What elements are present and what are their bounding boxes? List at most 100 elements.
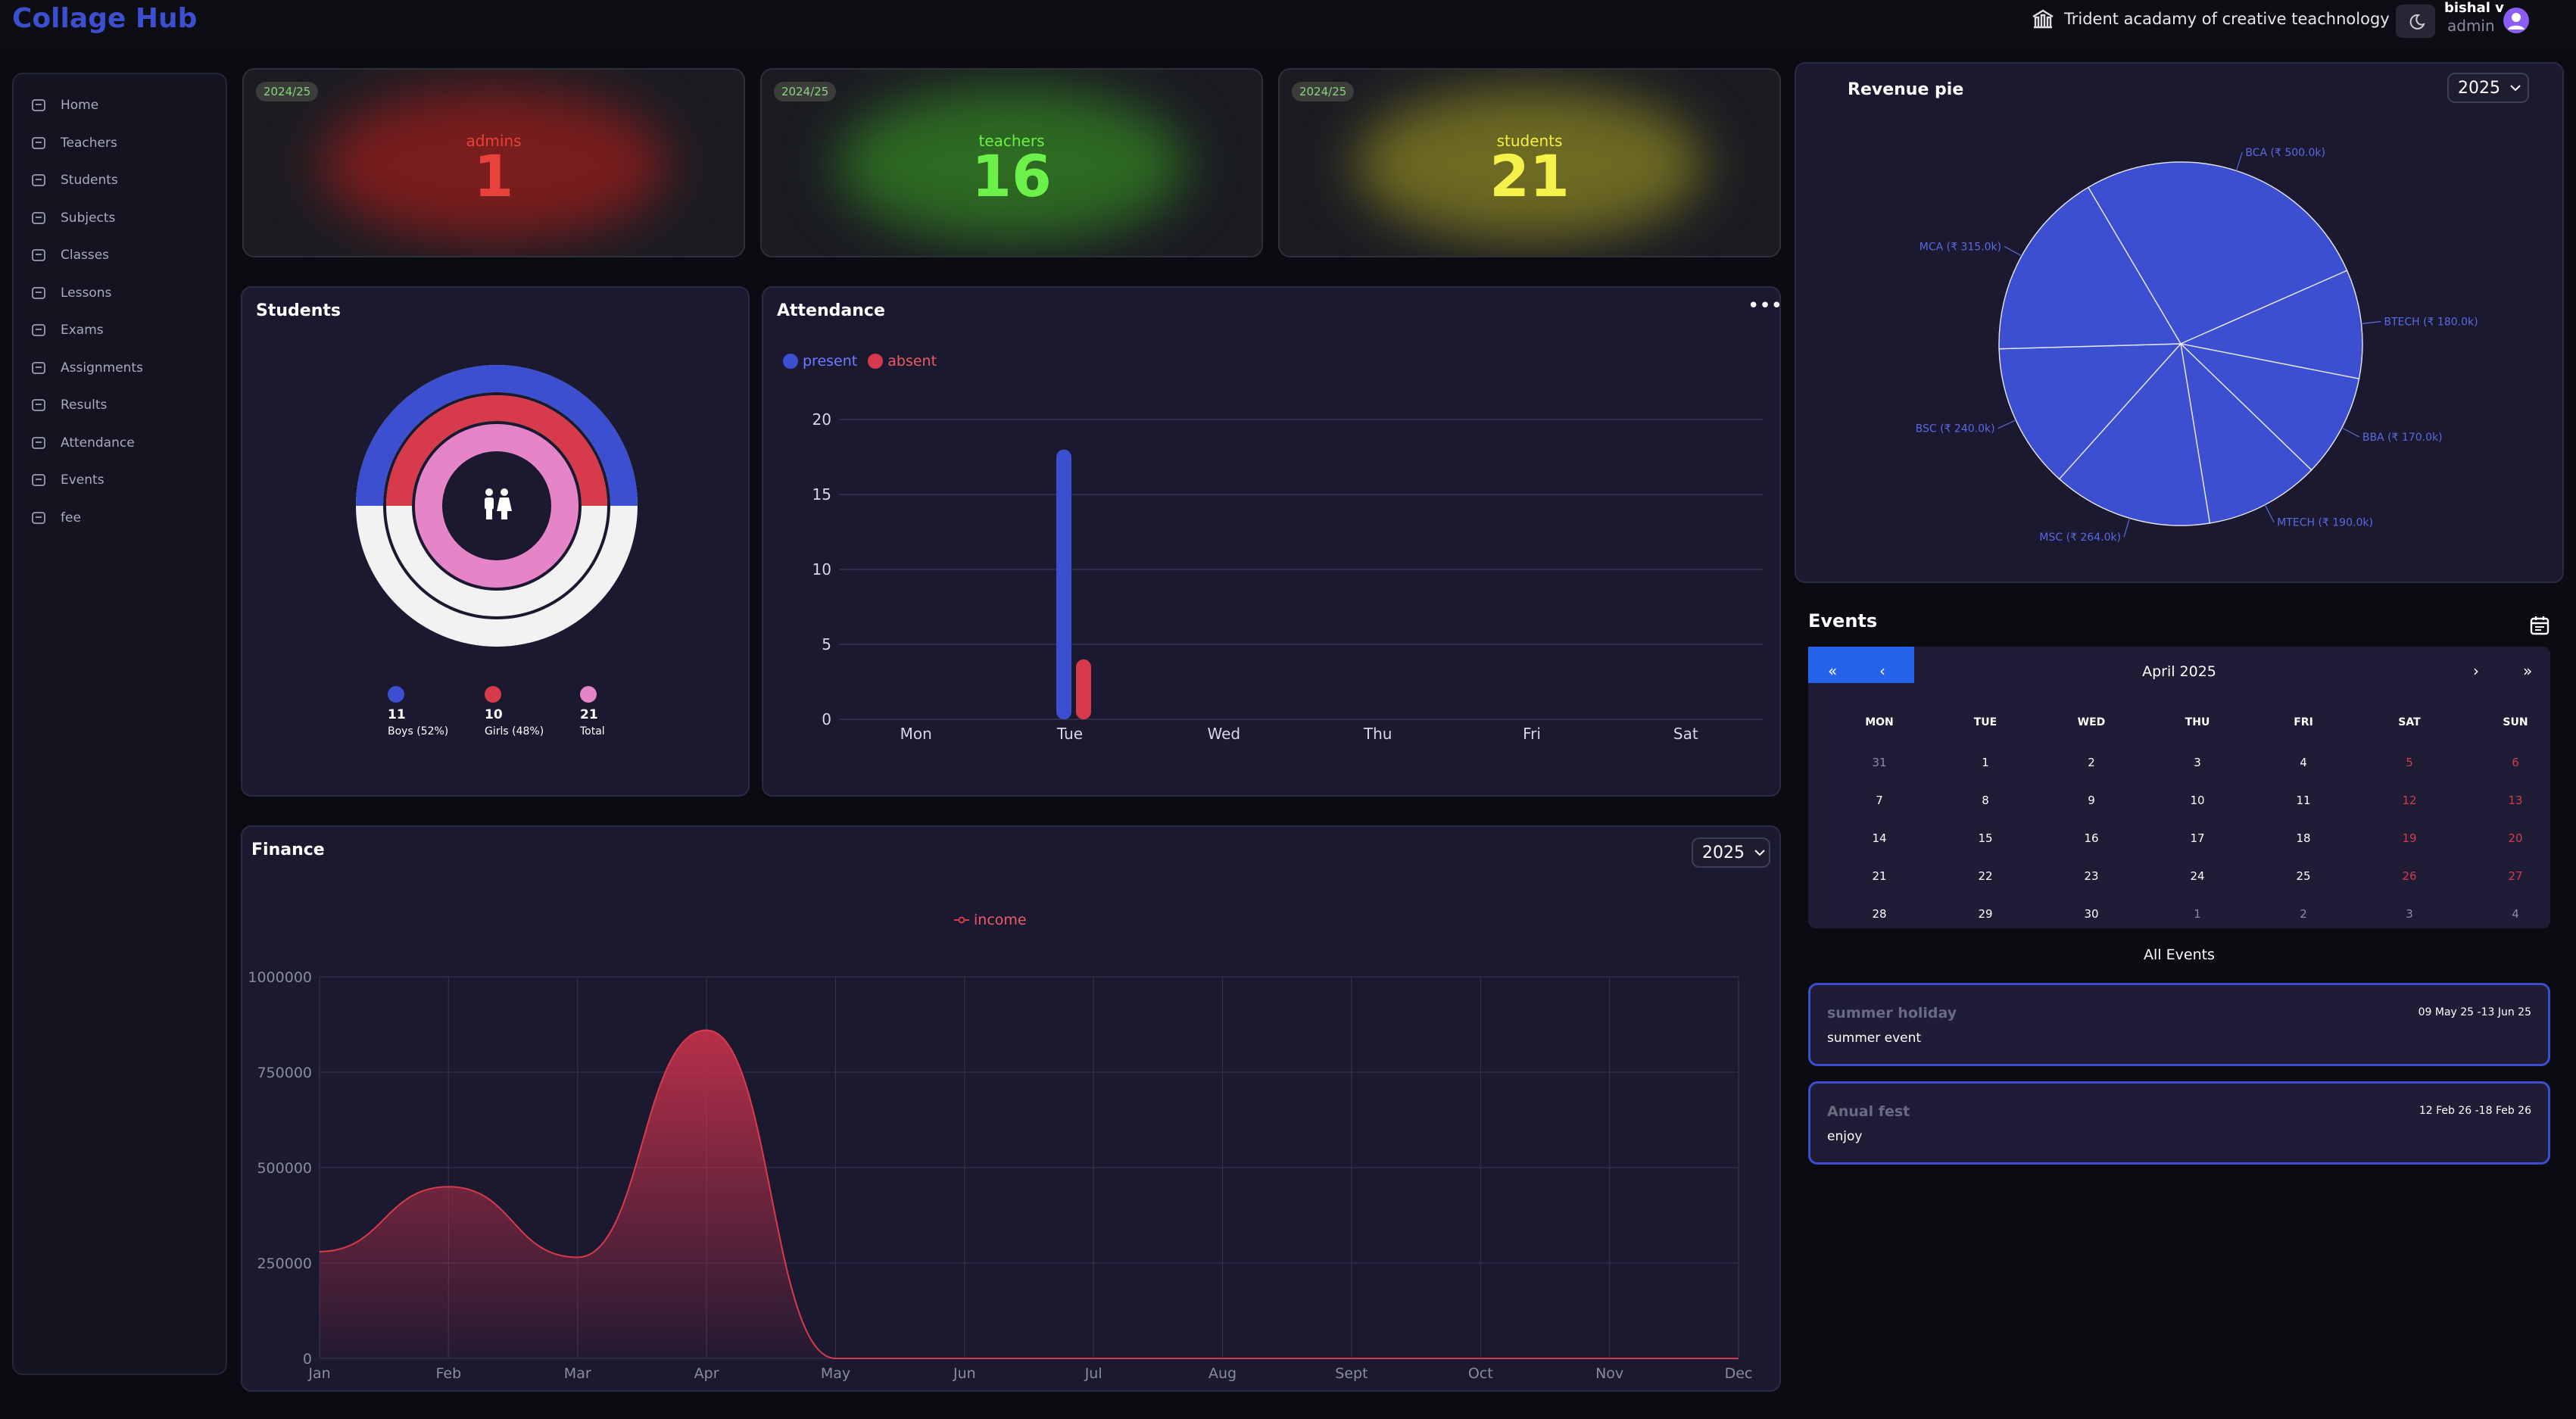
sidebar-item-assignments[interactable]: Assignments bbox=[30, 360, 143, 376]
legend-label: Total bbox=[580, 725, 605, 738]
calendar-day[interactable]: 31 bbox=[1857, 756, 1902, 769]
sidebar-item-exams[interactable]: Exams bbox=[30, 322, 104, 338]
weekday-header: WED bbox=[2077, 716, 2106, 728]
calendar-day[interactable]: 11 bbox=[2281, 794, 2326, 807]
calendar-day[interactable]: 2 bbox=[2281, 907, 2326, 921]
calendar-day[interactable]: 4 bbox=[2281, 756, 2326, 769]
sidebar-item-classes[interactable]: Classes bbox=[30, 247, 109, 264]
moon-icon bbox=[2409, 14, 2425, 30]
y-tick-label: 250000 bbox=[257, 1255, 312, 1272]
event-description: enjoy bbox=[1827, 1129, 1863, 1144]
theme-toggle-button[interactable] bbox=[2396, 5, 2435, 38]
x-tick-label: Oct bbox=[1468, 1365, 1493, 1382]
students-radial-chart bbox=[356, 365, 638, 647]
assignment-icon bbox=[32, 361, 45, 374]
calendar-day[interactable]: 12 bbox=[2387, 794, 2432, 807]
event-date: 09 May 25 -13 Jun 25 bbox=[2418, 1006, 2531, 1018]
calendar-day[interactable]: 16 bbox=[2069, 831, 2114, 845]
calendar-day[interactable]: 28 bbox=[1857, 907, 1902, 921]
sidebar-item-fee[interactable]: fee bbox=[30, 510, 81, 526]
sidebar-item-results[interactable]: Results bbox=[30, 397, 107, 413]
sidebar-item-teachers[interactable]: Teachers bbox=[30, 135, 117, 151]
event-name: summer holiday bbox=[1827, 1005, 1957, 1021]
sidebar-item-events[interactable]: Events bbox=[30, 472, 104, 488]
sidebar-item-label: Teachers bbox=[61, 135, 117, 151]
stat-value: 1 bbox=[473, 142, 514, 210]
sidebar-item-label: Subjects bbox=[61, 210, 116, 226]
student-legend-item: 11 Boys (52%) bbox=[388, 686, 479, 738]
x-tick-label: Sept bbox=[1335, 1365, 1368, 1382]
sidebar-item-subjects[interactable]: Subjects bbox=[30, 210, 115, 226]
event-card[interactable]: summer holiday 09 May 25 -13 Jun 25 summer… bbox=[1808, 983, 2550, 1066]
sidebar-item-label: Lessons bbox=[61, 285, 112, 301]
calendar-day[interactable]: 29 bbox=[1963, 907, 2008, 921]
calendar-day[interactable]: 6 bbox=[2493, 756, 2538, 769]
legend-label: Boys (52%) bbox=[388, 725, 449, 738]
bar-absent[interactable] bbox=[1076, 659, 1091, 719]
calendar-day[interactable]: 25 bbox=[2281, 869, 2326, 883]
calendar-day[interactable]: 24 bbox=[2175, 869, 2220, 883]
pie-leader-line bbox=[2361, 321, 2381, 325]
calendar-day[interactable]: 3 bbox=[2175, 756, 2220, 769]
next-month-button[interactable]: › bbox=[2473, 662, 2479, 680]
calendar-icon[interactable] bbox=[2529, 615, 2550, 639]
attendance-card: Attendance ••• present absent 0 5 10 15 20 Mo… bbox=[762, 286, 1782, 797]
calendar-day[interactable]: 23 bbox=[2069, 869, 2114, 883]
pie-label: BBA (₹ 170.0k) bbox=[2362, 432, 2443, 444]
avatar[interactable] bbox=[2503, 8, 2529, 33]
sidebar-item-students[interactable]: Students bbox=[30, 172, 118, 189]
calendar-day[interactable]: 1 bbox=[2175, 907, 2220, 921]
events-title: Events bbox=[1808, 610, 1878, 632]
legend-dot bbox=[485, 686, 501, 703]
calendar-day[interactable]: 9 bbox=[2069, 794, 2114, 807]
pie-leader-line bbox=[2235, 151, 2243, 171]
y-tick-label: 20 bbox=[812, 410, 831, 429]
sidebar-item-home[interactable]: Home bbox=[30, 97, 98, 114]
calendar-day[interactable]: 30 bbox=[2069, 907, 2114, 921]
year-badge: 2024/25 bbox=[774, 82, 837, 101]
student-icon bbox=[32, 174, 45, 186]
sidebar-item-lessons[interactable]: Lessons bbox=[30, 285, 111, 301]
legend-value: 11 bbox=[388, 707, 406, 722]
bar-present[interactable] bbox=[1056, 449, 1071, 719]
sidebar-item-label: fee bbox=[61, 510, 81, 525]
weekday-header: SUN bbox=[2503, 716, 2528, 728]
pie-leader-line bbox=[2264, 504, 2275, 523]
calendar-day[interactable]: 20 bbox=[2493, 831, 2538, 845]
calendar-day[interactable]: 26 bbox=[2387, 869, 2432, 883]
x-tick-label: Jun bbox=[953, 1365, 976, 1382]
calendar-day[interactable]: 5 bbox=[2387, 756, 2432, 769]
calendar-day[interactable]: 27 bbox=[2493, 869, 2538, 883]
event-card[interactable]: Anual fest 12 Feb 26 -18 Feb 26 enjoy bbox=[1808, 1081, 2550, 1165]
calendar-day[interactable]: 1 bbox=[1963, 756, 2008, 769]
revenue-pie-chart: BCA (₹ 500.0k) BTECH (₹ 180.0k) BBA (₹ 170… bbox=[1916, 147, 2478, 544]
calendar-day[interactable]: 2 bbox=[2069, 756, 2114, 769]
all-events-label: All Events bbox=[2144, 947, 2215, 963]
legend-dot bbox=[580, 686, 597, 703]
calendar-day[interactable]: 10 bbox=[2175, 794, 2220, 807]
calendar-day[interactable]: 17 bbox=[2175, 831, 2220, 845]
calendar-day[interactable]: 19 bbox=[2387, 831, 2432, 845]
calendar-day[interactable]: 3 bbox=[2387, 907, 2432, 921]
finance-card: Finance 2025 income 0 250000 500000 750000 1… bbox=[241, 825, 1781, 1392]
legend-value: 10 bbox=[485, 707, 503, 722]
brand-logo[interactable]: Collage Hub bbox=[12, 3, 197, 34]
calendar-day[interactable]: 8 bbox=[1963, 794, 2008, 807]
calendar-day[interactable]: 7 bbox=[1857, 794, 1902, 807]
x-tick-label: Fri bbox=[1523, 725, 1541, 743]
calendar-day[interactable]: 14 bbox=[1857, 831, 1902, 845]
calendar-day[interactable]: 4 bbox=[2493, 907, 2538, 921]
students-card: Students 11 Boys (52%) 10 Girls (48%) 21 Tota… bbox=[241, 286, 750, 797]
calendar-day[interactable]: 13 bbox=[2493, 794, 2538, 807]
event-date: 12 Feb 26 -18 Feb 26 bbox=[2419, 1105, 2531, 1117]
calendar-day[interactable]: 21 bbox=[1857, 869, 1902, 883]
stat-card-teachers: 2024/25 teachers 16 bbox=[760, 68, 1263, 257]
calendar-day[interactable]: 22 bbox=[1963, 869, 2008, 883]
calendar-day[interactable]: 18 bbox=[2281, 831, 2326, 845]
sidebar-item-attendance[interactable]: Attendance bbox=[30, 435, 135, 451]
calendar-month-label[interactable]: April 2025 bbox=[1808, 663, 2550, 680]
calendar-day[interactable]: 15 bbox=[1963, 831, 2008, 845]
next-year-button[interactable]: » bbox=[2523, 662, 2532, 680]
x-tick-label: May bbox=[821, 1365, 850, 1382]
fee-icon bbox=[32, 511, 45, 524]
